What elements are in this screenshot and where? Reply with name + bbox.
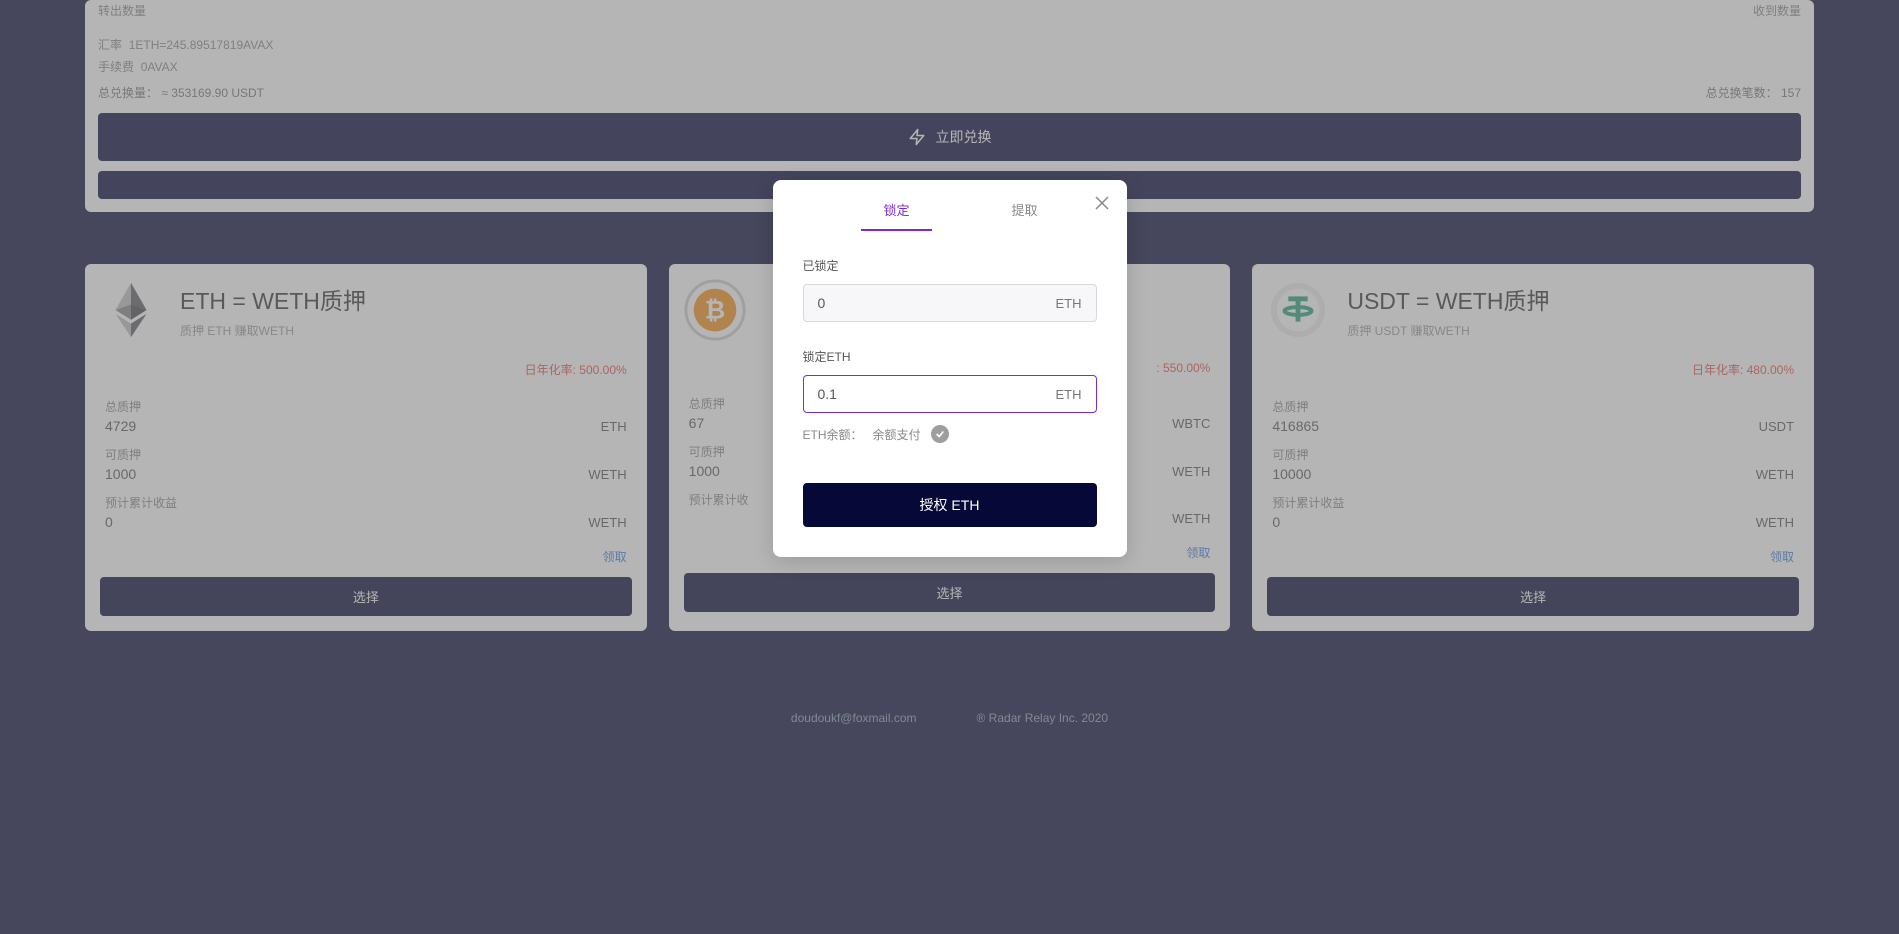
balance-label: ETH余额： [803, 426, 863, 443]
lock-label: 锁定ETH [803, 348, 1097, 365]
locked-unit: ETH [1056, 296, 1082, 311]
balance-row: ETH余额： 余额支付 [803, 425, 1097, 443]
lock-amount-input[interactable] [818, 386, 1056, 402]
lock-unit: ETH [1056, 387, 1082, 402]
modal-tabs: 锁定 提取 [803, 200, 1097, 231]
tab-lock[interactable]: 锁定 [861, 200, 931, 231]
locked-amount-input[interactable] [818, 295, 1056, 311]
close-icon [1095, 196, 1109, 210]
lock-amount-field[interactable]: ETH [803, 375, 1097, 413]
locked-amount-field: ETH [803, 284, 1097, 322]
check-badge-icon [931, 425, 949, 443]
modal-close-button[interactable] [1093, 194, 1111, 212]
balance-pay-label: 余额支付 [873, 426, 921, 443]
authorize-button[interactable]: 授权 ETH [803, 483, 1097, 527]
tab-withdraw[interactable]: 提取 [1012, 200, 1038, 231]
modal-overlay[interactable]: 锁定 提取 已锁定 ETH 锁定ETH ETH ETH余额： 余额支付 授权 E… [0, 0, 1899, 934]
lock-modal: 锁定 提取 已锁定 ETH 锁定ETH ETH ETH余额： 余额支付 授权 E… [773, 180, 1127, 557]
locked-label: 已锁定 [803, 257, 1097, 274]
